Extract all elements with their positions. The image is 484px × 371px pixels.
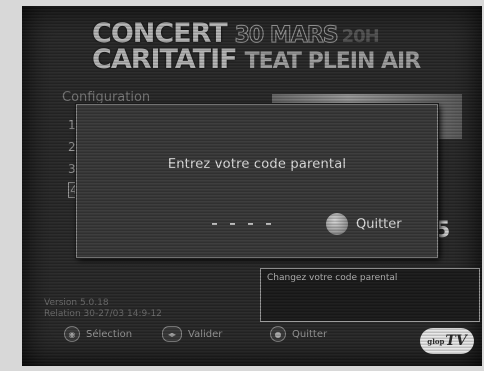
banner-line2: CARITATIF [92, 44, 238, 75]
code-digit-1 [212, 223, 217, 225]
code-digit-3 [248, 223, 253, 225]
ok-icon: ◉ [64, 326, 80, 342]
glop-tv-logo: glop TV [420, 328, 474, 354]
tv-screen: CONCERT 30 MARS 20H CARITATIF TEAT PLEIN… [22, 6, 482, 366]
code-entry-field[interactable] [212, 223, 271, 225]
logo-prefix: glop [427, 336, 445, 346]
parental-code-prompt: Entrez votre code parental [167, 157, 347, 172]
legend-validate: ◂▸ Valider [162, 326, 222, 342]
version-info: Version 5.0.18 Relation 30-27/03 14:9-12 [44, 298, 162, 320]
quit-button[interactable]: Quitter [326, 213, 402, 235]
code-digit-4 [266, 223, 271, 225]
back-icon: ● [270, 326, 286, 342]
parental-code-dialog: Entrez votre code parental Quitter [76, 104, 438, 258]
logo-text: TV [445, 333, 467, 349]
concert-banner: CONCERT 30 MARS 20H CARITATIF TEAT PLEIN… [92, 18, 452, 75]
banner-hour: 20H [341, 26, 380, 47]
banner-date: 30 MARS [234, 23, 339, 49]
code-digit-2 [230, 223, 235, 225]
version-line1: Version 5.0.18 [44, 298, 109, 308]
legend-quit: ● Quitter [270, 326, 327, 342]
menu-title: Configuration [62, 90, 151, 105]
legend-select: ◉ Sélection [64, 326, 132, 342]
banner-place: TEAT PLEIN AIR [244, 49, 422, 74]
legend-select-label: Sélection [86, 328, 133, 340]
arrows-icon: ◂▸ [162, 326, 182, 342]
version-line2: Relation 30-27/03 14:9-12 [44, 309, 162, 319]
legend-quit-label: Quitter [292, 328, 328, 340]
help-box: Changez votre code parental [260, 268, 480, 322]
help-text: Changez votre code parental [267, 273, 398, 283]
remote-button-icon [326, 213, 348, 235]
quit-label: Quitter [356, 216, 402, 232]
legend-validate-label: Valider [188, 328, 223, 340]
